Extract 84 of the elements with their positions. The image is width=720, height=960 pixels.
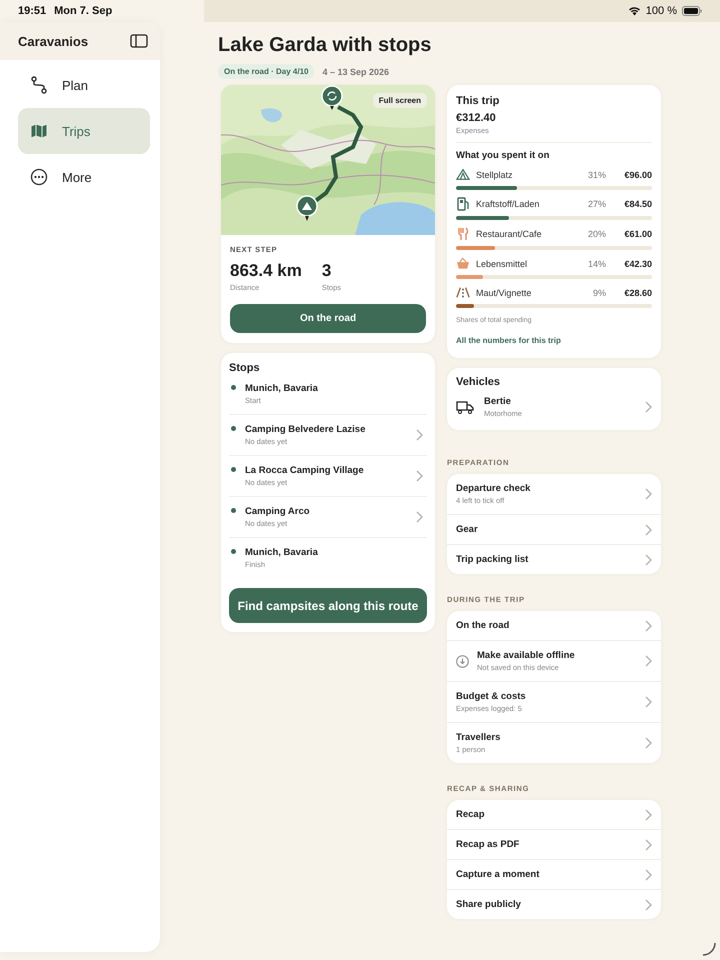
find-campsites-button[interactable]: Find campsites along this route bbox=[229, 588, 427, 623]
list-row[interactable]: Recap bbox=[447, 800, 661, 830]
category-name: Maut/Vignette bbox=[476, 288, 532, 298]
chevron-icon bbox=[645, 808, 652, 820]
category-share: 20% bbox=[586, 229, 606, 239]
campsite-pin-icon bbox=[296, 195, 318, 223]
battery-icon bbox=[682, 6, 702, 16]
on-the-road-button[interactable]: On the road bbox=[230, 304, 426, 333]
list-row[interactable]: Gear bbox=[447, 515, 661, 545]
date: Mon 7. Sep bbox=[54, 5, 112, 17]
chevron-icon bbox=[645, 655, 652, 667]
category-amount: €84.50 bbox=[623, 199, 652, 209]
chevron-icon bbox=[416, 511, 423, 523]
trip-dates: 4 – 13 Sep 2026 bbox=[322, 66, 390, 76]
download-icon bbox=[456, 654, 469, 668]
chevron-icon bbox=[645, 737, 652, 749]
chevron-icon bbox=[645, 620, 652, 632]
full-screen-button[interactable]: Full screen bbox=[372, 93, 427, 108]
clock: 19:51 bbox=[18, 5, 46, 17]
category-share: 9% bbox=[592, 288, 606, 298]
category-name: Stellplatz bbox=[476, 170, 514, 180]
chevron-icon bbox=[416, 429, 423, 441]
stop-name[interactable]: Camping Belvedere Lazise bbox=[245, 424, 416, 435]
map-icon bbox=[30, 123, 48, 139]
battery-level: 100 % bbox=[646, 5, 677, 17]
stop-name[interactable]: La Rocca Camping Village bbox=[245, 465, 416, 476]
card-title: This trip bbox=[456, 95, 500, 107]
more-icon bbox=[30, 168, 48, 186]
list-row[interactable]: Recap as PDF bbox=[447, 830, 661, 860]
page-title: Lake Garda with stops bbox=[218, 34, 432, 57]
list-row[interactable]: Share publicly bbox=[447, 890, 661, 919]
category-share: 14% bbox=[586, 258, 606, 268]
status-badge: On the road · Day 4/10 bbox=[218, 64, 314, 79]
map-pin-icon bbox=[321, 85, 343, 111]
route-icon bbox=[30, 76, 48, 94]
chevron-icon bbox=[645, 488, 652, 500]
chevron-icon bbox=[645, 554, 652, 566]
road-icon bbox=[456, 286, 470, 299]
sidebar-item[interactable]: More bbox=[18, 154, 150, 200]
chevron-icon bbox=[645, 524, 652, 536]
stop-dot bbox=[231, 549, 236, 554]
category-amount: €96.00 bbox=[623, 170, 652, 180]
card-title: Stops bbox=[229, 362, 261, 374]
sidebar-item[interactable]: Trips bbox=[18, 108, 150, 154]
chevron-icon bbox=[416, 470, 423, 482]
category-name: Kraftstoff/Laden bbox=[476, 199, 540, 209]
stop-name: Munich, Bavaria bbox=[245, 547, 319, 558]
stops-value: 3 bbox=[322, 261, 332, 281]
stop-name: Munich, Bavaria bbox=[245, 383, 319, 394]
app-title: Caravanios bbox=[18, 34, 88, 48]
chevron-icon bbox=[645, 696, 652, 708]
category-name: Restaurant/Cafe bbox=[476, 229, 543, 239]
wifi-icon bbox=[628, 6, 641, 16]
breakdown-title: What you spent it on bbox=[456, 150, 550, 161]
fuel-pump-icon bbox=[456, 197, 470, 211]
stop-dot bbox=[231, 385, 236, 390]
list-row[interactable]: Capture a moment bbox=[447, 860, 661, 890]
tent-icon bbox=[456, 168, 470, 181]
category-amount: €28.60 bbox=[623, 288, 652, 298]
total-amount: €312.40 bbox=[456, 112, 497, 124]
resize-handle-icon[interactable] bbox=[702, 942, 716, 956]
category-amount: €42.30 bbox=[623, 258, 652, 268]
list-row[interactable]: On the road bbox=[447, 611, 661, 641]
distance-value: 863.4 km bbox=[230, 261, 302, 281]
truck-icon bbox=[456, 400, 474, 414]
card-title: Vehicles bbox=[456, 376, 502, 388]
category-share: 31% bbox=[586, 170, 606, 180]
category-amount: €61.00 bbox=[623, 229, 652, 239]
stop-name[interactable]: Camping Arco bbox=[245, 506, 416, 517]
chevron-icon bbox=[645, 898, 652, 910]
basket-icon bbox=[456, 257, 470, 270]
chevron-icon bbox=[645, 868, 652, 880]
list-row[interactable]: Trip packing list bbox=[447, 545, 661, 574]
all-numbers-link[interactable]: All the numbers for this trip bbox=[456, 336, 561, 345]
chevron-icon bbox=[645, 838, 652, 850]
category-name: Lebensmittel bbox=[476, 258, 528, 268]
stop-dot bbox=[231, 467, 236, 472]
stop-dot bbox=[231, 508, 236, 513]
category-share: 27% bbox=[586, 199, 606, 209]
sidebar-item[interactable]: Plan bbox=[18, 62, 150, 108]
chevron-icon bbox=[645, 401, 652, 413]
fork-knife-icon bbox=[457, 227, 469, 241]
sidebar-toggle-icon[interactable] bbox=[130, 34, 148, 48]
stop-dot bbox=[231, 426, 236, 431]
